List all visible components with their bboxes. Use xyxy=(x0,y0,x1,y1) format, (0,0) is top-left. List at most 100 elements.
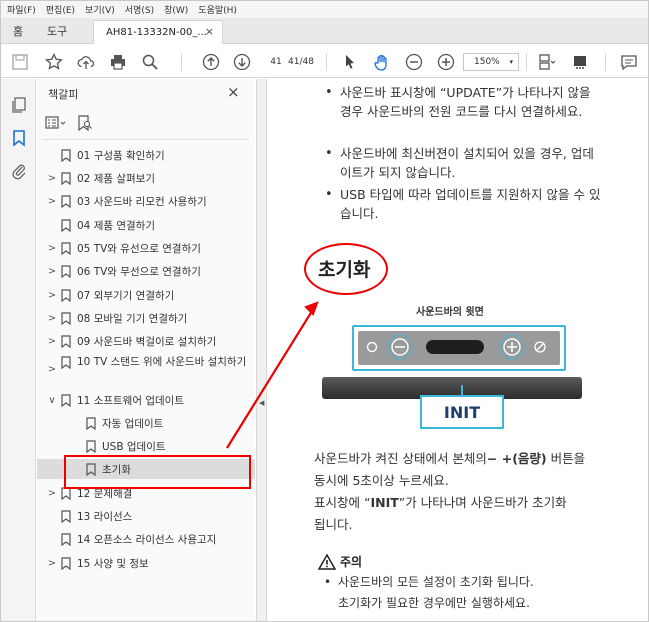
bookmark-item[interactable]: >15 사양 및 정보 xyxy=(37,553,255,573)
hand-tool-icon[interactable] xyxy=(372,52,392,72)
figure-title: 사운드바의 윗면 xyxy=(416,307,484,318)
panel-close-icon[interactable]: × xyxy=(227,83,240,101)
bookmark-item[interactable]: >10 TV 스탠드 위에 사운드바 설치하기 xyxy=(37,354,255,384)
bookmark-item[interactable]: 01 구성품 확인하기 xyxy=(37,145,255,165)
document-view[interactable]: 사운드바 표시창에 “UPDATE”가 나타나지 않을 경우 사운드바의 전원 … xyxy=(268,79,648,621)
save-icon[interactable] xyxy=(10,52,30,72)
zoom-out-icon[interactable] xyxy=(404,52,424,72)
page-down-icon[interactable] xyxy=(232,52,252,72)
panel-title: 책갈피 xyxy=(48,88,79,101)
page-count: 41/48 xyxy=(288,57,314,67)
chevron-right-icon[interactable]: > xyxy=(47,266,57,277)
panel-toolbar xyxy=(45,115,93,132)
bookmark-label: USB 업데이트 xyxy=(102,441,166,453)
chevron-right-icon[interactable]: > xyxy=(47,173,57,184)
instruction-line: 됩니다. xyxy=(314,517,353,532)
menu-bar: 파일(F) 편집(E) 보기(V) 서명(S) 창(W) 도움말(H) xyxy=(1,1,648,18)
zoom-select[interactable]: 150% ▾ xyxy=(463,53,519,71)
instruction-text: 표시창에 “ xyxy=(314,495,371,510)
bookmark-icon xyxy=(61,533,71,547)
comment-icon[interactable] xyxy=(619,52,639,72)
instruction-text: 사운드바가 켜진 상태에서 본체의 xyxy=(314,451,487,466)
bookmark-panel-icon[interactable] xyxy=(10,129,28,147)
bookmark-item[interactable]: >09 사운드바 벽걸이로 설치하기 xyxy=(37,331,255,351)
bookmark-item[interactable]: USB 업데이트 xyxy=(37,436,255,456)
scroll-mode-icon[interactable] xyxy=(570,52,590,72)
pages-thumbnail-icon[interactable] xyxy=(10,96,28,114)
bookmark-options-icon[interactable] xyxy=(45,115,67,131)
print-icon[interactable] xyxy=(108,52,128,72)
menu-window[interactable]: 창(W) xyxy=(164,3,188,16)
caution-text: 초기화가 필요한 경우에만 실행하세요. xyxy=(338,596,530,610)
caution-text: 사운드바의 모든 설정이 초기화 됩니다. xyxy=(324,572,534,593)
bookmark-label: 14 오픈소스 라이선스 사용고지 xyxy=(77,534,217,546)
chevron-right-icon[interactable]: > xyxy=(47,336,57,347)
bookmark-item[interactable]: >06 TV와 무선으로 연결하기 xyxy=(37,261,255,281)
bookmark-icon xyxy=(61,195,71,209)
chevron-right-icon[interactable]: > xyxy=(47,558,57,569)
menu-sign[interactable]: 서명(S) xyxy=(125,3,154,16)
bookmark-item[interactable]: 04 제품 연결하기 xyxy=(37,215,255,235)
select-cursor-icon[interactable] xyxy=(340,52,360,72)
menu-edit[interactable]: 편집(E) xyxy=(46,3,75,16)
init-text: INIT xyxy=(370,495,399,510)
bookmark-label: 06 TV와 무선으로 연결하기 xyxy=(77,266,201,278)
bookmark-label: 15 사양 및 정보 xyxy=(77,558,149,570)
chevron-right-icon[interactable]: > xyxy=(47,364,57,375)
upload-cloud-icon[interactable] xyxy=(76,52,96,72)
collapse-panel-icon[interactable]: ◀ xyxy=(259,399,264,407)
bookmark-icon xyxy=(61,335,71,349)
acrobat-window: 파일(F) 편집(E) 보기(V) 서명(S) 창(W) 도움말(H) 홈 도구… xyxy=(0,0,649,622)
bookmark-icon xyxy=(86,417,96,431)
bookmark-label: 04 제품 연결하기 xyxy=(77,220,155,232)
bookmark-label: 09 사운드바 벽걸이로 설치하기 xyxy=(77,336,217,348)
tab-close-icon[interactable]: × xyxy=(205,25,214,38)
search-icon[interactable] xyxy=(140,52,160,72)
bookmark-icon xyxy=(61,557,71,571)
bookmark-label: 02 제품 살펴보기 xyxy=(77,173,155,185)
chevron-down-icon[interactable]: ∨ xyxy=(47,395,57,406)
menu-file[interactable]: 파일(F) xyxy=(7,3,36,16)
chevron-right-icon[interactable]: > xyxy=(47,290,57,301)
chevron-right-icon[interactable]: > xyxy=(47,243,57,254)
tab-home[interactable]: 홈 xyxy=(13,23,23,39)
chevron-right-icon[interactable]: > xyxy=(47,313,57,324)
bookmark-icon xyxy=(61,149,71,163)
instruction-line: 동시에 5초이상 누르세요. xyxy=(314,473,449,488)
init-display-label: INIT xyxy=(420,395,504,429)
page-display-icon[interactable] xyxy=(537,52,557,72)
bookmark-icon xyxy=(61,242,71,256)
bookmark-item[interactable]: 자동 업데이트 xyxy=(37,413,255,433)
panel-resize-handle[interactable]: ◀ xyxy=(256,79,267,621)
bookmark-item[interactable]: ∨ 11 소프트웨어 업데이트 xyxy=(37,390,255,410)
bookmark-item[interactable]: >05 TV와 유선으로 연결하기 xyxy=(37,238,255,258)
bookmark-item[interactable]: >03 사운드바 리모컨 사용하기 xyxy=(37,191,255,211)
page-number-input[interactable]: 41 xyxy=(266,55,286,70)
tab-tools[interactable]: 도구 xyxy=(47,23,67,39)
bookmark-search-icon[interactable] xyxy=(77,115,93,132)
bookmark-item[interactable]: >08 모바일 기기 연결하기 xyxy=(37,308,255,328)
chevron-right-icon[interactable]: > xyxy=(47,196,57,207)
bookmark-item[interactable]: 14 오픈소스 라이선스 사용고지 xyxy=(37,529,255,549)
bookmark-item[interactable]: 13 라이선스 xyxy=(37,506,255,526)
tab-document[interactable]: AH81-13332N-00_... × xyxy=(93,20,223,44)
attachment-icon[interactable] xyxy=(10,162,28,180)
bookmark-icon xyxy=(86,440,96,454)
menu-help[interactable]: 도움말(H) xyxy=(198,3,237,16)
bookmark-icon xyxy=(61,356,71,370)
star-icon[interactable] xyxy=(44,52,64,72)
document-bullet: 사운드바 표시창에 “UPDATE”가 나타나지 않을 경우 사운드바의 전원 … xyxy=(325,83,602,121)
bookmark-item[interactable]: >02 제품 살펴보기 xyxy=(37,168,255,188)
warning-icon xyxy=(318,553,336,570)
document-bullet: 사운드바에 최신버젼이 설치되어 있을 경우, 업데이트가 되지 않습니다. xyxy=(325,144,602,182)
chevron-right-icon[interactable]: > xyxy=(47,488,57,499)
bookmark-icon xyxy=(61,265,71,279)
toolbar: 41 41/48 150% ▾ xyxy=(1,45,648,78)
bookmark-icon xyxy=(61,172,71,186)
menu-view[interactable]: 보기(V) xyxy=(85,3,115,16)
zoom-in-icon[interactable] xyxy=(436,52,456,72)
caution-title: 주의 xyxy=(340,555,363,569)
bookmark-item[interactable]: >07 외부기기 연결하기 xyxy=(37,285,255,305)
page-up-icon[interactable] xyxy=(201,52,221,72)
instruction-line: 사운드바가 켜진 상태에서 본체의− +(음량) 버튼을 xyxy=(314,448,585,470)
